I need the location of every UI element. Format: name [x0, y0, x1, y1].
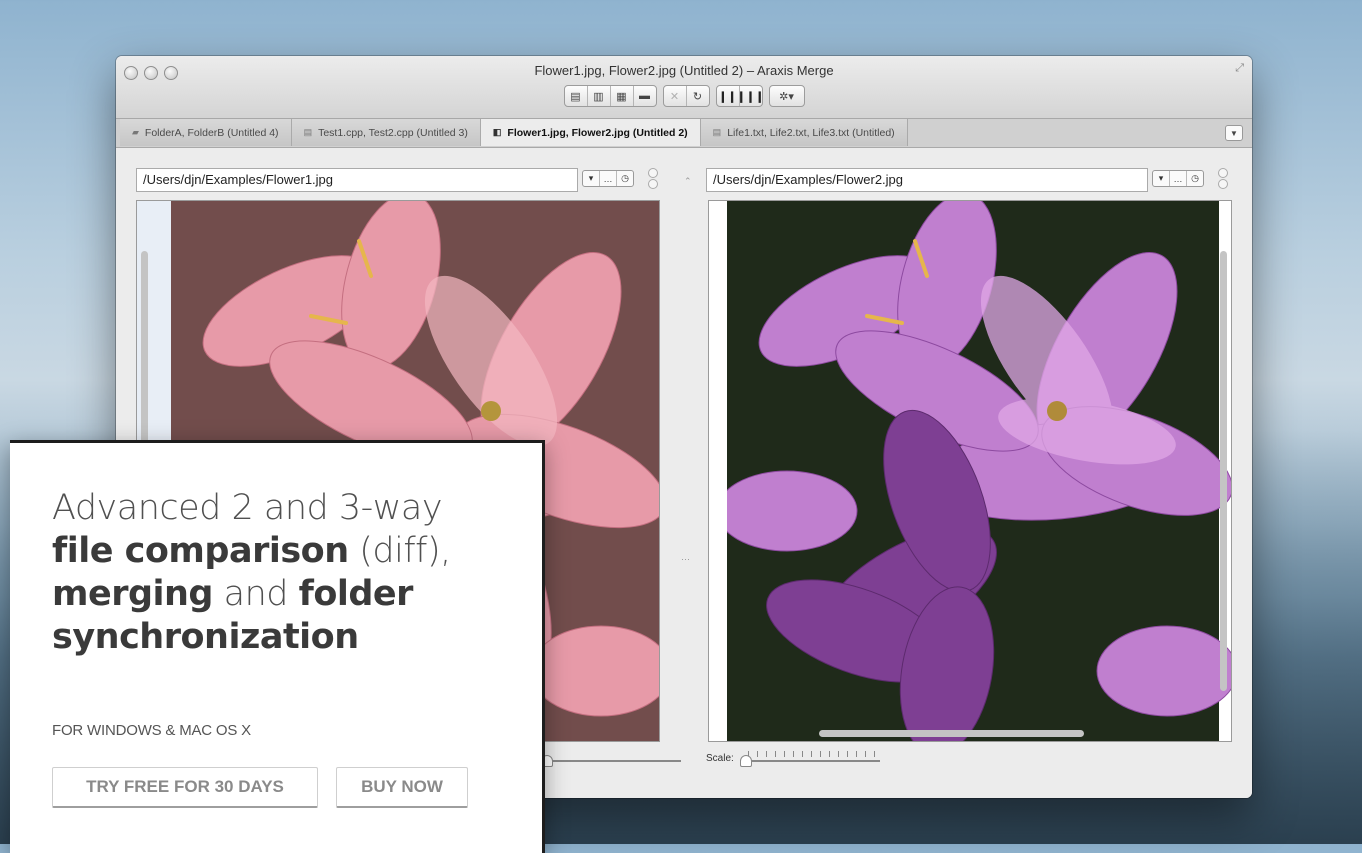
- right-image-view[interactable]: [708, 200, 1232, 742]
- document-icon: ▤: [303, 127, 313, 137]
- new-text-compare-icon[interactable]: ▥: [588, 86, 611, 106]
- left-scale-control: [541, 751, 681, 767]
- tab-overflow-menu-icon[interactable]: ▼: [1225, 125, 1243, 141]
- document-icon: ▤: [712, 127, 722, 137]
- tab-label: Life1.txt, Life2.txt, Life3.txt (Untitle…: [727, 126, 895, 139]
- right-vertical-scrollbar[interactable]: [1220, 251, 1227, 691]
- right-path-bar: /Users/djn/Examples/Flower2.jpg ▾ … ◷: [706, 168, 1236, 192]
- left-scale-slider[interactable]: [541, 751, 681, 767]
- buy-now-button[interactable]: BUY NOW: [336, 767, 468, 808]
- right-horizontal-scrollbar[interactable]: [819, 730, 1084, 737]
- three-way-icon[interactable]: ❙❙❙: [737, 86, 765, 106]
- close-icon[interactable]: ✕: [664, 86, 687, 106]
- window-title: Flower1.jpg, Flower2.jpg (Untitled 2) – …: [534, 63, 834, 78]
- dropdown-icon[interactable]: ▾: [583, 171, 600, 186]
- platform-text: FOR WINDOWS & MAC OS X: [52, 722, 251, 739]
- flower2-image: [727, 201, 1231, 741]
- headline-diff: (diff),: [348, 531, 451, 571]
- headline-synchronization: synchronization: [52, 617, 359, 657]
- action-group: ✲▾: [768, 85, 805, 107]
- title-bar: Flower1.jpg, Flower2.jpg (Untitled 2) – …: [116, 56, 1252, 119]
- tab-text-compare[interactable]: ▤ Test1.cpp, Test2.cpp (Untitled 3): [291, 119, 481, 146]
- scale-label: Scale:: [706, 752, 734, 764]
- folder-icon: ▰: [132, 127, 139, 137]
- new-image-compare-icon[interactable]: ▦: [611, 86, 634, 106]
- headline-merging: merging: [52, 574, 214, 614]
- tab-folder-compare[interactable]: ▰ FolderA, FolderB (Untitled 4): [120, 119, 292, 146]
- collapse-icon[interactable]: ⌃: [684, 176, 692, 187]
- new-folder-compare-icon[interactable]: ▬: [634, 86, 656, 106]
- headline-file-comparison: file comparison: [52, 531, 349, 571]
- browse-icon[interactable]: …: [600, 171, 617, 186]
- left-pane-stepper[interactable]: [648, 168, 658, 189]
- tab-label: Flower1.jpg, Flower2.jpg (Untitled 2): [507, 126, 688, 139]
- browse-icon[interactable]: …: [1170, 171, 1187, 186]
- dropdown-icon[interactable]: ▾: [1153, 171, 1170, 186]
- right-path-field[interactable]: /Users/djn/Examples/Flower2.jpg: [706, 168, 1148, 192]
- gear-menu-icon[interactable]: ✲▾: [770, 86, 804, 106]
- right-pane-stepper[interactable]: [1218, 168, 1228, 189]
- left-path-field[interactable]: /Users/djn/Examples/Flower1.jpg: [136, 168, 578, 192]
- promo-headline: Advanced 2 and 3-way file comparison (di…: [52, 487, 522, 659]
- image-compare-icon: ◧: [492, 127, 502, 137]
- tab-three-way-text[interactable]: ▤ Life1.txt, Life2.txt, Life3.txt (Untit…: [700, 119, 908, 146]
- right-path-buttons: ▾ … ◷: [1152, 170, 1204, 187]
- scale-slider[interactable]: [739, 751, 880, 767]
- scale-control: Scale:: [706, 751, 880, 767]
- tab-label: Test1.cpp, Test2.cpp (Untitled 3): [318, 126, 468, 139]
- promo-panel: Advanced 2 and 3-way file comparison (di…: [10, 440, 545, 853]
- layout-group: ❙❙ ❙❙❙: [715, 85, 765, 107]
- tab-bar: ▰ FolderA, FolderB (Untitled 4) ▤ Test1.…: [116, 119, 1252, 148]
- pane-splitter[interactable]: ⋯: [681, 554, 690, 565]
- close-refresh-group: ✕ ↻: [662, 85, 710, 107]
- history-icon[interactable]: ◷: [617, 171, 633, 186]
- left-path-buttons: ▾ … ◷: [582, 170, 634, 187]
- refresh-icon[interactable]: ↻: [687, 86, 709, 106]
- toolbar: ▤ ▥ ▦ ▬ ✕ ↻ ❙❙ ❙❙❙ ✲▾: [116, 85, 1252, 107]
- left-path-bar: /Users/djn/Examples/Flower1.jpg ▾ … ◷: [136, 168, 666, 192]
- history-icon[interactable]: ◷: [1187, 171, 1203, 186]
- try-free-button[interactable]: TRY FREE FOR 30 DAYS: [52, 767, 318, 808]
- tab-image-compare[interactable]: ◧ Flower1.jpg, Flower2.jpg (Untitled 2): [480, 119, 701, 146]
- new-file-compare-icon[interactable]: ▤: [565, 86, 588, 106]
- new-comparison-group: ▤ ▥ ▦ ▬: [563, 85, 657, 107]
- fullscreen-icon[interactable]: ⤢: [1235, 62, 1244, 75]
- headline-line-1: Advanced 2 and 3-way: [52, 488, 443, 528]
- headline-and: and: [213, 574, 299, 614]
- tab-label: FolderA, FolderB (Untitled 4): [144, 126, 279, 139]
- headline-folder: folder: [298, 574, 414, 614]
- scale-slider-knob[interactable]: [739, 755, 752, 767]
- right-ruler: [709, 201, 728, 741]
